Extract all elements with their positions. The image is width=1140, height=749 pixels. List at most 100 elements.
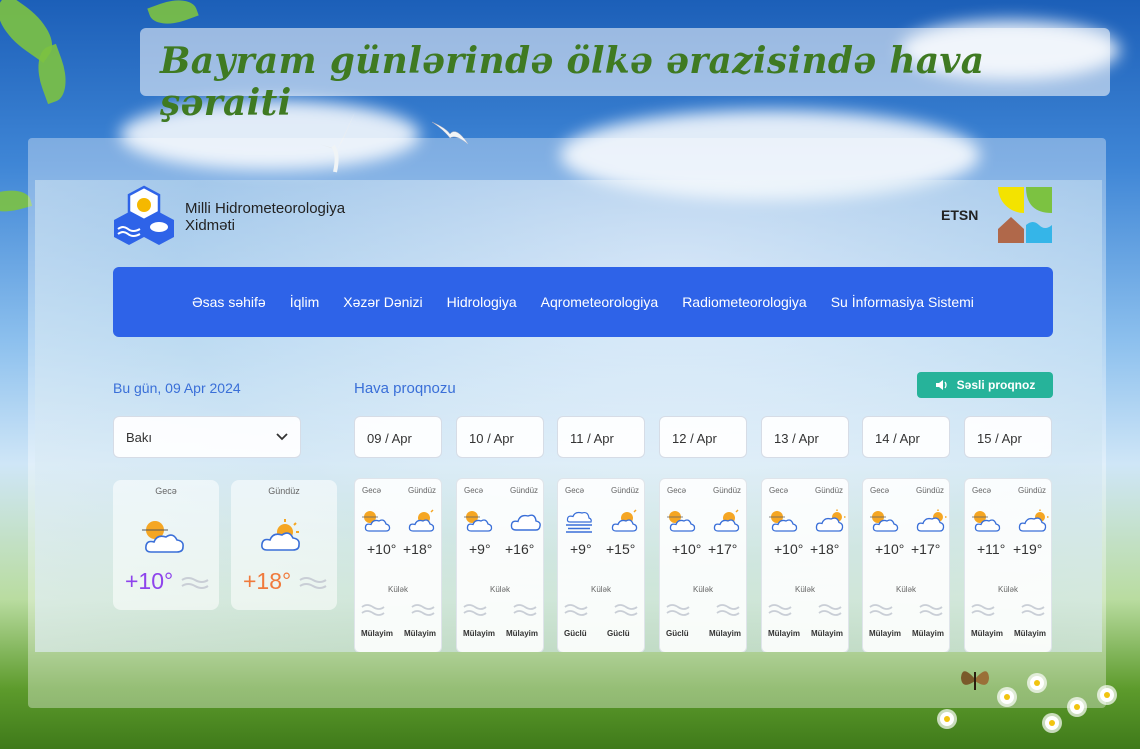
wind-day-value: Mülayim: [404, 629, 437, 638]
wind-day-value: Mülayim: [811, 629, 844, 638]
night-temp: +10°: [774, 541, 804, 557]
day-temp: +17°: [911, 541, 941, 557]
speaker-icon: [935, 380, 947, 390]
moon-cloud-icon: [972, 511, 1001, 532]
nav-item-climate[interactable]: İqlim: [290, 294, 320, 310]
forecast-day-card: Gecə Gündüz +9° +16° Külək Mülayim Mülayim: [456, 478, 544, 652]
forecast-date-tab[interactable]: 12 / Apr: [659, 416, 747, 458]
voice-forecast-label: Səsli proqnoz: [956, 378, 1036, 392]
forecast-date-tab[interactable]: 10 / Apr: [456, 416, 544, 458]
nav-item-agrometeorology[interactable]: Aqrometeorologiya: [541, 294, 659, 310]
wind-wave-icon: [361, 604, 385, 616]
today-day-temp: +18°: [243, 568, 292, 594]
sun-cloud-icon: [713, 509, 740, 532]
sun-cloud-icon: [408, 509, 435, 532]
night-label: Gecə: [362, 486, 382, 495]
day-label: Gündüz: [815, 486, 844, 495]
day-label: Gündüz: [611, 486, 640, 495]
wind-day-value: Mülayim: [506, 629, 539, 638]
night-temp: +9°: [570, 541, 592, 557]
night-temp: +9°: [469, 541, 491, 557]
cloud-sun-icon: [1018, 509, 1049, 532]
wind-wave-icon: [919, 604, 943, 616]
leaf-decoration: [147, 0, 199, 32]
moon-cloud-icon: [362, 511, 391, 532]
wind-day-value: Mülayim: [709, 629, 742, 638]
nav-item-water-info-system[interactable]: Su İnformasiya Sistemi: [831, 294, 974, 310]
wind-wave-icon: [463, 604, 487, 616]
night-label: Gecə: [667, 486, 687, 495]
sun-cloud-icon: [611, 509, 638, 532]
wind-night-value: Güclü: [666, 629, 689, 638]
forecast-date-tab[interactable]: 14 / Apr: [862, 416, 950, 458]
voice-forecast-button[interactable]: Səsli proqnoz: [917, 372, 1053, 398]
etsn-link[interactable]: ETSN: [941, 207, 978, 223]
today-night-card: Gecə +10°: [113, 480, 219, 610]
day-temp: +18°: [403, 541, 433, 557]
wind-wave-icon: [818, 604, 842, 616]
forecast-day-card: Gecə Gündüz +10° +18° Külək Mülayim Mülayim: [761, 478, 849, 652]
nav-item-caspian-sea[interactable]: Xəzər Dənizi: [343, 294, 422, 310]
moon-cloud-icon: [870, 511, 899, 532]
wind-wave-icon: [564, 604, 588, 616]
wind-label: Külək: [692, 585, 713, 594]
day-temp: +17°: [708, 541, 738, 557]
day-temp: +15°: [606, 541, 636, 557]
nav-item-radiometeorology[interactable]: Radiometeorologiya: [682, 294, 807, 310]
forecast-heading: Hava proqnozu: [354, 380, 456, 397]
wind-day-value: Mülayim: [912, 629, 945, 638]
city-select[interactable]: Bakı: [113, 416, 301, 458]
wind-wave-icon: [1021, 604, 1045, 616]
city-select-value: Bakı: [126, 429, 153, 445]
forecast-day-card: Gecə Gündüz +9° +15° Külək Güclü Güclü: [557, 478, 645, 652]
hydromet-logo-icon: [114, 185, 174, 245]
daisy-decoration: [1030, 676, 1044, 690]
day-label: Gündüz: [510, 486, 539, 495]
wind-wave-icon: [666, 604, 690, 616]
forecast-date-tab[interactable]: 13 / Apr: [761, 416, 849, 458]
forecast-date-tab[interactable]: 15 / Apr: [964, 416, 1052, 458]
wind-night-value: Mülayim: [361, 629, 394, 638]
cloud-sun-icon: [815, 509, 846, 532]
night-temp: +10°: [672, 541, 702, 557]
moon-cloud-icon: [769, 511, 798, 532]
org-name-line1: Milli Hidrometeorologiya: [185, 200, 346, 217]
wind-label: Külək: [895, 585, 916, 594]
poster-title-banner: Bayram günlərində ölkə ərazisində hava ş…: [140, 28, 1110, 124]
nav-item-hydrology[interactable]: Hidrologiya: [447, 294, 517, 310]
wind-night-value: Mülayim: [463, 629, 496, 638]
moon-cloud-icon: [142, 521, 184, 553]
forecast-date-tab[interactable]: 11 / Apr: [557, 416, 645, 458]
org-name-line2: Xidməti: [185, 217, 236, 234]
wind-label: Külək: [590, 585, 611, 594]
daisy-decoration: [940, 712, 954, 726]
weather-website: Milli Hidrometeorologiya Xidməti ETSN Əs…: [35, 180, 1102, 652]
today-day-label: Gündüz: [268, 486, 300, 496]
wind-wave-icon: [971, 604, 995, 616]
wind-wave-icon: [411, 604, 435, 616]
night-temp: +11°: [977, 541, 1006, 557]
night-label: Gecə: [769, 486, 789, 495]
wind-calm-icon: [181, 577, 209, 589]
day-temp: +19°: [1013, 541, 1043, 557]
wind-label: Külək: [387, 585, 408, 594]
nav-item-home[interactable]: Əsas səhifə: [192, 294, 266, 310]
main-navigation: Əsas səhifə İqlim Xəzər Dənizi Hidrologi…: [113, 267, 1053, 337]
night-temp: +10°: [367, 541, 397, 557]
day-label: Gündüz: [408, 486, 437, 495]
night-label: Gecə: [972, 486, 992, 495]
today-day-card: Gündüz +18°: [231, 480, 337, 610]
day-label: Gündüz: [916, 486, 945, 495]
wind-wave-icon: [869, 604, 893, 616]
wind-night-value: Mülayim: [768, 629, 801, 638]
wind-night-value: Mülayim: [971, 629, 1004, 638]
wind-night-value: Mülayim: [869, 629, 902, 638]
today-night-temp: +10°: [125, 568, 174, 594]
etsn-logo-icon[interactable]: [996, 185, 1054, 245]
wind-wave-icon: [716, 604, 740, 616]
daisy-decoration: [1000, 690, 1014, 704]
forecast-date-tab[interactable]: 09 / Apr: [354, 416, 442, 458]
wind-wave-icon: [614, 604, 638, 616]
day-temp: +18°: [810, 541, 840, 557]
wind-label: Külək: [997, 585, 1018, 594]
